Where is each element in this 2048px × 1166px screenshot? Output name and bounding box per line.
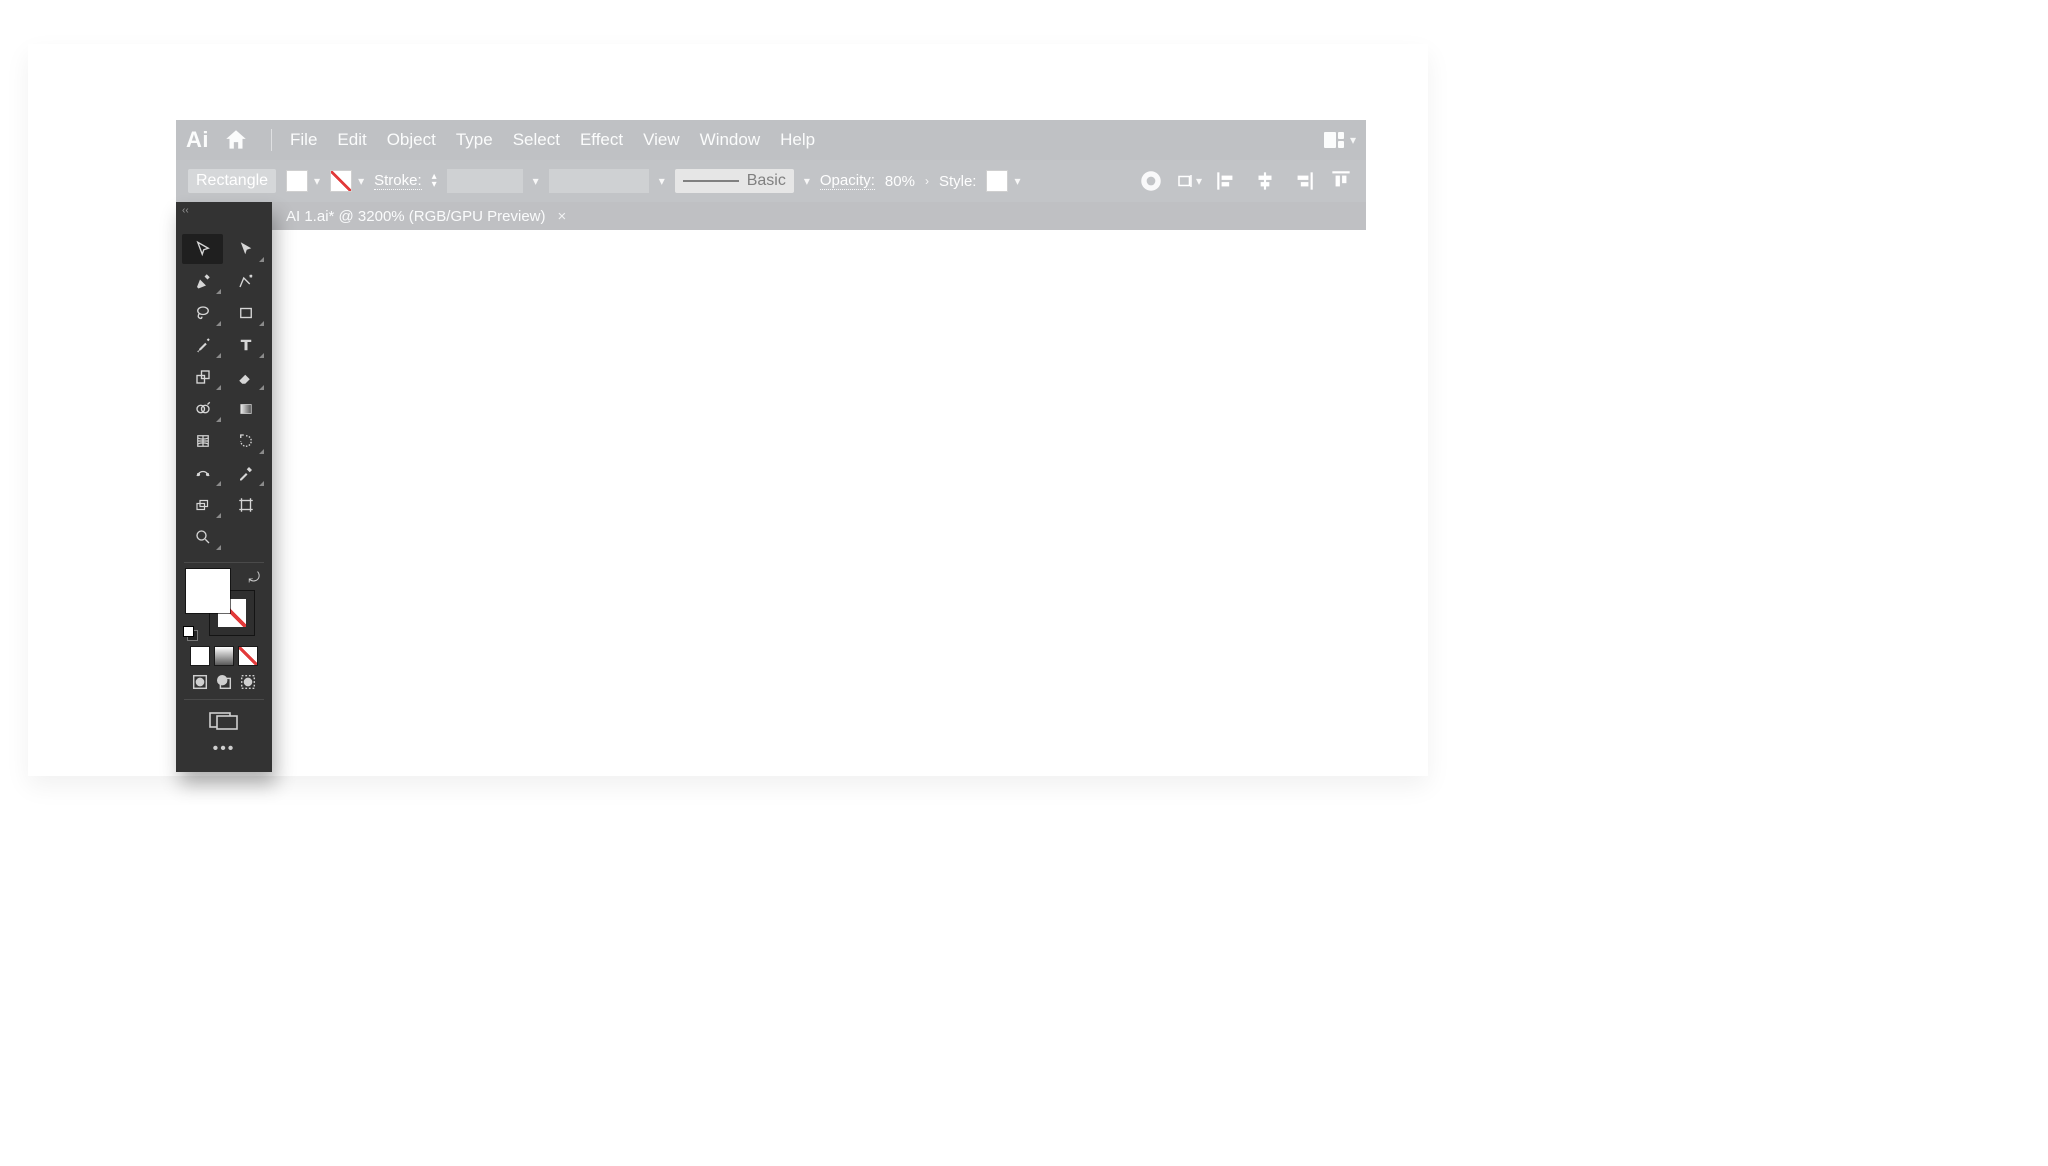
screen-mode-icon[interactable] (209, 712, 239, 730)
menu-view[interactable]: View (633, 126, 690, 154)
scale-tool[interactable] (182, 362, 223, 392)
stroke-weight-field[interactable] (447, 169, 523, 193)
draw-mode-row (176, 669, 272, 695)
align-top-icon[interactable] (1328, 168, 1354, 194)
pen-tool[interactable] (182, 266, 223, 296)
menubar-separator (271, 129, 272, 151)
swap-fill-stroke-icon[interactable]: ⤾ (248, 569, 260, 586)
gradient-tool[interactable] (225, 394, 266, 424)
opacity-value[interactable]: 80% (885, 173, 915, 190)
curvature-tool[interactable] (225, 266, 266, 296)
chevron-down-icon[interactable]: ▾ (804, 174, 810, 188)
tools-panel-subheader (176, 218, 272, 228)
zoom-tool[interactable] (182, 522, 223, 552)
shape-builder-tool[interactable] (182, 394, 223, 424)
fill-stroke-indicator[interactable]: ⤾ (184, 567, 264, 641)
document-tab-title[interactable]: AI 1.ai* @ 3200% (RGB/GPU Preview) (286, 208, 545, 225)
tools-divider (184, 562, 264, 563)
draw-inside-icon[interactable] (239, 673, 257, 691)
illustrator-chrome: Ai File Edit Object Type Select Effect V… (176, 120, 1366, 230)
eraser-tool[interactable] (225, 362, 266, 392)
rectangle-tool[interactable] (225, 298, 266, 328)
home-icon[interactable] (223, 127, 249, 153)
align-left-icon[interactable] (1214, 168, 1240, 194)
panel-collapse-icon[interactable]: ‹‹ (182, 205, 189, 216)
direct-selection-tool[interactable] (225, 234, 266, 264)
type-tool[interactable] (225, 330, 266, 360)
mesh-tool[interactable] (182, 426, 223, 456)
stroke-label[interactable]: Stroke: (374, 172, 422, 190)
mode-gradient[interactable] (215, 647, 233, 665)
edit-toolbar-icon[interactable]: ••• (176, 734, 272, 758)
stroke-swatch-none (330, 170, 352, 192)
app-window: Ai File Edit Object Type Select Effect V… (28, 44, 1428, 776)
style-label: Style: (939, 173, 977, 190)
draw-behind-icon[interactable] (215, 673, 233, 691)
eyedropper-tool[interactable] (225, 458, 266, 488)
menu-file[interactable]: File (280, 126, 327, 154)
style-swatch (986, 170, 1008, 192)
fill-color-picker[interactable]: ▾ (286, 170, 320, 192)
menu-effect[interactable]: Effect (570, 126, 633, 154)
stroke-weight-stepper[interactable]: ▴ ▾ (432, 173, 437, 189)
fill-swatch (286, 170, 308, 192)
chevron-down-icon: ▾ (1014, 174, 1020, 188)
chevron-down-icon: ▾ (314, 174, 320, 188)
chevron-down-icon: ▾ (432, 181, 437, 189)
align-center-icon[interactable] (1252, 168, 1278, 194)
menu-type[interactable]: Type (446, 126, 503, 154)
mode-none[interactable] (239, 647, 257, 665)
brush-line-icon (683, 180, 739, 182)
recolor-artwork-icon[interactable] (1138, 168, 1164, 194)
menu-edit[interactable]: Edit (327, 126, 376, 154)
chevron-down-icon: ▾ (358, 174, 364, 188)
width-tool[interactable] (182, 458, 223, 488)
close-icon[interactable]: × (557, 208, 566, 225)
symbol-sprayer-tool[interactable] (182, 490, 223, 520)
align-right-icon[interactable] (1290, 168, 1316, 194)
selection-readout: Rectangle (188, 169, 276, 193)
opacity-label[interactable]: Opacity: (820, 172, 875, 190)
menu-select[interactable]: Select (503, 126, 570, 154)
workspace-switcher[interactable]: ▾ (1324, 132, 1356, 148)
document-tabbar: AI 1.ai* @ 3200% (RGB/GPU Preview) × (176, 202, 1366, 230)
chevron-down-icon[interactable]: ▾ (533, 174, 539, 188)
chevron-down-icon[interactable]: ▾ (659, 174, 665, 188)
app-brand: Ai (186, 127, 209, 153)
fill-swatch[interactable] (186, 569, 230, 613)
tools-panel: ‹‹ (176, 202, 272, 772)
variable-width-profile[interactable] (549, 169, 649, 193)
mode-color[interactable] (191, 647, 209, 665)
default-fill-stroke-icon[interactable] (184, 627, 198, 641)
color-mode-row (176, 643, 272, 669)
graphic-style-picker[interactable]: ▾ (986, 170, 1020, 192)
paintbrush-tool[interactable] (182, 330, 223, 360)
chevron-down-icon: ▾ (1196, 174, 1202, 188)
draw-normal-icon[interactable] (191, 673, 209, 691)
workspace-icon (1324, 132, 1344, 148)
artboard-tool[interactable] (225, 490, 266, 520)
menubar: Ai File Edit Object Type Select Effect V… (176, 120, 1366, 160)
stroke-color-picker[interactable]: ▾ (330, 170, 364, 192)
menu-window[interactable]: Window (690, 126, 770, 154)
rotate-tool[interactable] (225, 426, 266, 456)
brush-name: Basic (747, 172, 786, 190)
selection-tool[interactable] (182, 234, 223, 264)
lasso-tool[interactable] (182, 298, 223, 328)
align-to-selection-icon[interactable]: ▾ (1176, 168, 1202, 194)
tools-divider-2 (184, 699, 264, 700)
chevron-down-icon: ▾ (1350, 133, 1356, 147)
brush-definition[interactable]: Basic (675, 169, 794, 193)
control-bar: Rectangle ▾ ▾ Stroke: ▴ ▾ ▾ ▾ (176, 160, 1366, 202)
screen-mode-row (176, 704, 272, 734)
chevron-right-icon[interactable]: › (925, 174, 929, 188)
menu-help[interactable]: Help (770, 126, 825, 154)
menu-object[interactable]: Object (377, 126, 446, 154)
